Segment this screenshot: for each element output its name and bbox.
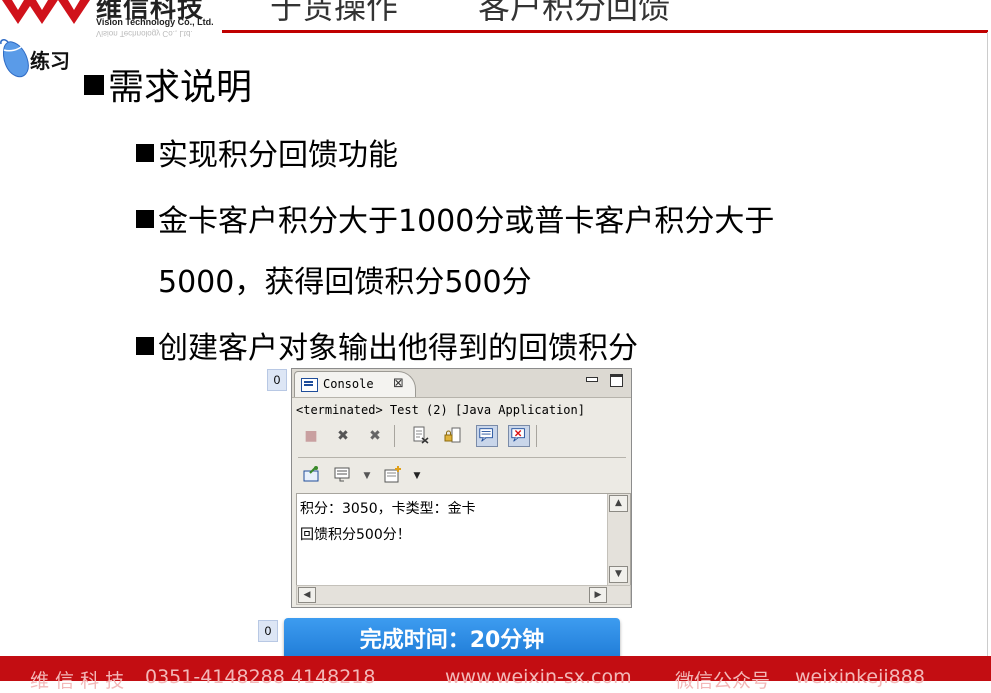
bullet-square-icon (136, 337, 154, 355)
company-logo-icon (2, 0, 90, 24)
remove-all-icon[interactable]: ✖ (364, 425, 386, 447)
display-console-icon[interactable] (332, 465, 354, 487)
scroll-up-button[interactable]: ▲ (609, 495, 628, 512)
console-output[interactable]: 积分：3050，卡类型：金卡 回馈积分500分！ ▲ ▼ (296, 493, 631, 587)
requirements-heading: 需求说明 (84, 58, 252, 110)
horizontal-scrollbar[interactable]: ◀ ▶ (296, 585, 631, 605)
bullet-item-text: 金卡客户积分大于1000分或普卡客户积分大于 (158, 204, 775, 239)
bullet-item: 创建客户对象输出他得到的回馈积分 (136, 323, 638, 367)
scroll-lock-icon[interactable] (442, 425, 464, 447)
toolbar-separator (536, 425, 537, 447)
maximize-button[interactable] (610, 374, 623, 387)
footer-wechat-id: weixinkeji888 (795, 666, 925, 688)
requirements-heading-text: 需求说明 (108, 67, 253, 108)
toolbar-divider (298, 457, 626, 458)
bullet-square-icon (136, 144, 154, 162)
launch-status: <terminated> Test (2) [Java Application] (296, 403, 585, 417)
bullet-item-text: 实现积分回馈功能 (158, 138, 398, 173)
slide-title: 于赁操作 客户积分回馈 (270, 0, 750, 28)
terminate-icon[interactable]: ■ (300, 425, 322, 447)
company-english-reflection: Vision Technology Co., Ltd. (96, 29, 193, 38)
console-view: Console ⊠ <terminated> Test (2) [Java Ap… (291, 368, 632, 608)
footer-website[interactable]: www.weixin-sx.com (445, 666, 632, 688)
practice-label: 练习 (30, 49, 70, 73)
bullet-square-icon (84, 75, 104, 95)
output-line: 回馈积分500分！ (300, 527, 411, 543)
vertical-scrollbar[interactable]: ▲ ▼ (607, 494, 630, 586)
show-on-stdout-icon[interactable] (476, 425, 498, 447)
object-index-tag: 0 (258, 620, 278, 642)
slide-right-border (987, 32, 988, 657)
scroll-down-button[interactable]: ▼ (609, 566, 628, 583)
tab-console[interactable]: Console ⊠ (294, 371, 416, 397)
company-english-name: Vision Technology Co., Ltd. (96, 17, 214, 27)
bullet-item: 金卡客户积分大于1000分或普卡客户积分大于 (136, 196, 774, 240)
computer-mouse-icon (0, 39, 29, 78)
scroll-left-button[interactable]: ◀ (298, 587, 316, 603)
footer-bar: 维 信 科 技 0351-4148288 4148218 www.weixin-… (0, 656, 991, 692)
close-icon[interactable]: ⊠ (393, 376, 404, 391)
footer-company: 维 信 科 技 (30, 670, 125, 692)
clear-console-icon[interactable] (410, 425, 432, 447)
bullet-square-icon (136, 210, 154, 228)
output-line: 积分：3050，卡类型：金卡 (300, 501, 476, 517)
chevron-down-icon[interactable]: ▼ (406, 465, 428, 487)
bullet-item-text: 创建客户对象输出他得到的回馈积分 (158, 331, 638, 366)
object-index-tag: 0 (267, 369, 287, 391)
tab-console-label: Console (323, 377, 374, 391)
slide-title-left: 于赁操作 (270, 0, 399, 26)
pin-console-icon[interactable] (300, 465, 322, 487)
scroll-right-button[interactable]: ▶ (589, 587, 607, 603)
bullet-item-continuation: 5000，获得回馈积分500分 (158, 265, 532, 300)
chevron-down-icon[interactable]: ▼ (356, 465, 378, 487)
footer-wechat-label: 微信公众号 (675, 670, 771, 692)
footer-phones: 0351-4148288 4148218 (145, 666, 376, 688)
console-icon (301, 378, 318, 392)
minimize-button[interactable] (586, 377, 598, 382)
bullet-item: 实现积分回馈功能 (136, 130, 398, 174)
header-divider (222, 30, 988, 33)
toolbar-separator (394, 425, 395, 447)
console-tab-strip: Console ⊠ (292, 369, 631, 398)
open-console-icon[interactable] (382, 465, 404, 487)
show-on-stderr-icon[interactable] (508, 425, 530, 447)
remove-launch-icon[interactable]: ✖ (332, 425, 354, 447)
slide-title-right: 客户积分回馈 (478, 0, 671, 26)
